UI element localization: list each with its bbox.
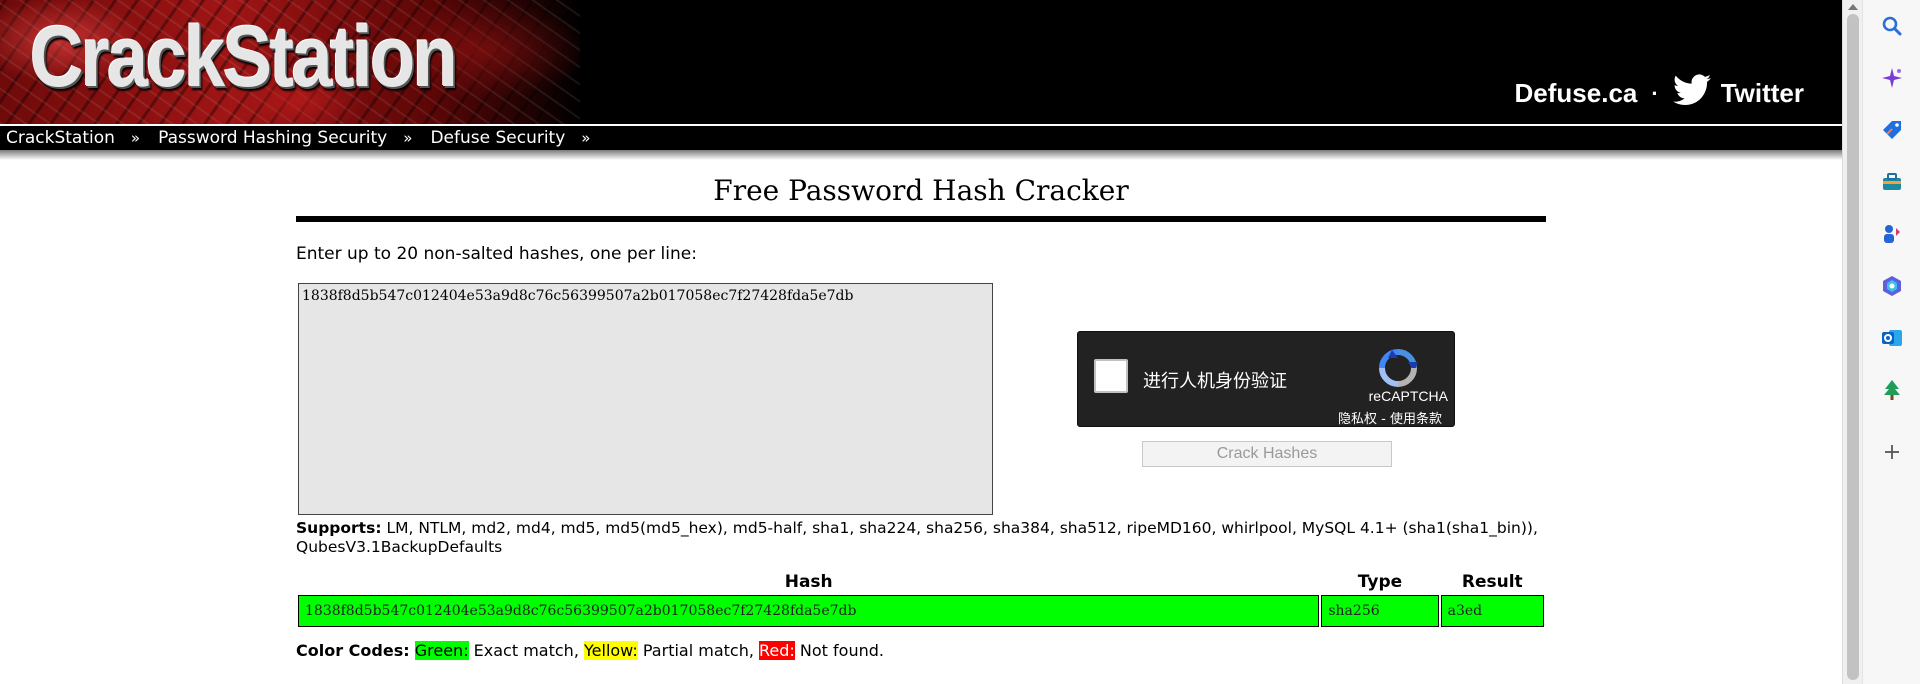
nav-item-label: CrackStation <box>6 128 115 148</box>
twitter-link[interactable]: Twitter <box>1672 74 1804 113</box>
nav-bar: CrackStation » Password Hashing Security… <box>0 124 1842 150</box>
supports-list: LM, NTLM, md2, md4, md5, md5(md5_hex), m… <box>296 519 1538 556</box>
supports-label: Supports: <box>296 519 382 537</box>
color-codes-legend: Color Codes: Green: Exact match, Yellow:… <box>296 641 884 660</box>
nav-shadow <box>0 150 1842 160</box>
outlook-icon[interactable] <box>1880 326 1904 350</box>
link-separator: · <box>1651 80 1659 106</box>
nav-item-defuse-security[interactable]: Defuse Security » <box>430 128 590 148</box>
nav-item-label: Defuse Security <box>430 128 566 148</box>
scroll-up-arrow-icon[interactable] <box>1848 4 1858 10</box>
nav-item-crackstation[interactable]: CrackStation » <box>6 128 140 148</box>
twitter-bird-icon <box>1672 74 1711 113</box>
nav-item-label: Password Hashing Security <box>158 128 388 148</box>
green-code: Green: <box>414 641 469 660</box>
recaptcha-checkbox[interactable] <box>1094 359 1128 393</box>
page-title: Free Password Hash Cracker <box>713 174 1129 207</box>
red-meaning: Not found. <box>799 641 884 660</box>
result-value-cell: a3ed <box>1440 595 1544 627</box>
recaptcha-widget: 进行人机身份验证 reCAPTCHA 隐私权 - 使用条款 <box>1077 331 1455 427</box>
title-divider <box>296 216 1546 222</box>
yellow-code: Yellow: <box>584 641 638 660</box>
recaptcha-terms-link[interactable]: 隐私权 - 使用条款 <box>1338 408 1442 427</box>
supported-hashes: Supports: LM, NTLM, md2, md4, md5, md5(m… <box>296 519 1556 557</box>
shopping-tag-icon[interactable] <box>1880 118 1904 142</box>
intro-text: Enter up to 20 non-salted hashes, one pe… <box>296 244 697 264</box>
browser-sidebar <box>1862 0 1920 684</box>
copilot-sparkle-icon[interactable] <box>1880 66 1904 90</box>
table-row: 1838f8d5b547c012404e53a9d8c76c56399507a2… <box>298 595 1544 627</box>
nav-item-password-hashing-security[interactable]: Password Hashing Security » <box>158 128 412 148</box>
result-type-cell: sha256 <box>1321 595 1439 627</box>
games-icon[interactable] <box>1880 222 1904 246</box>
column-header-hash: Hash <box>784 572 833 592</box>
results-header-row: Hash Type Result <box>298 571 1544 593</box>
red-code: Red: <box>759 641 795 660</box>
site-logo[interactable]: CrackStation <box>30 14 458 100</box>
site-header: CrackStation Defuse.ca · Twitter <box>0 0 1842 124</box>
recaptcha-label: 进行人机身份验证 <box>1143 371 1287 392</box>
crack-hashes-button[interactable]: Crack Hashes <box>1142 441 1392 467</box>
column-header-result: Result <box>1461 572 1523 592</box>
chevron-down-icon: » <box>403 129 413 147</box>
tree-icon[interactable] <box>1880 378 1904 402</box>
scrollbar-thumb[interactable] <box>1847 14 1859 680</box>
yellow-meaning: Partial match, <box>642 641 754 660</box>
toolbox-icon[interactable] <box>1880 170 1904 194</box>
twitter-label: Twitter <box>1720 78 1804 108</box>
green-meaning: Exact match, <box>473 641 579 660</box>
search-icon[interactable] <box>1880 14 1904 38</box>
page-scrollbar[interactable] <box>1842 0 1862 684</box>
chevron-down-icon: » <box>581 129 591 147</box>
result-hash-cell: 1838f8d5b547c012404e53a9d8c76c56399507a2… <box>298 595 1320 627</box>
recaptcha-brand: reCAPTCHA <box>1368 388 1448 404</box>
recaptcha-logo-icon <box>1376 346 1420 390</box>
chevron-down-icon: » <box>130 129 141 147</box>
hash-input[interactable] <box>298 283 993 515</box>
column-header-type: Type <box>1357 572 1403 592</box>
defuse-link[interactable]: Defuse.ca <box>1515 78 1638 109</box>
color-codes-label: Color Codes: <box>296 641 410 660</box>
header-links: Defuse.ca · Twitter <box>1515 74 1804 113</box>
microsoft365-icon[interactable] <box>1880 274 1904 298</box>
results-table: Hash Type Result 1838f8d5b547c012404e53a… <box>296 569 1546 629</box>
add-icon[interactable] <box>1880 440 1904 464</box>
